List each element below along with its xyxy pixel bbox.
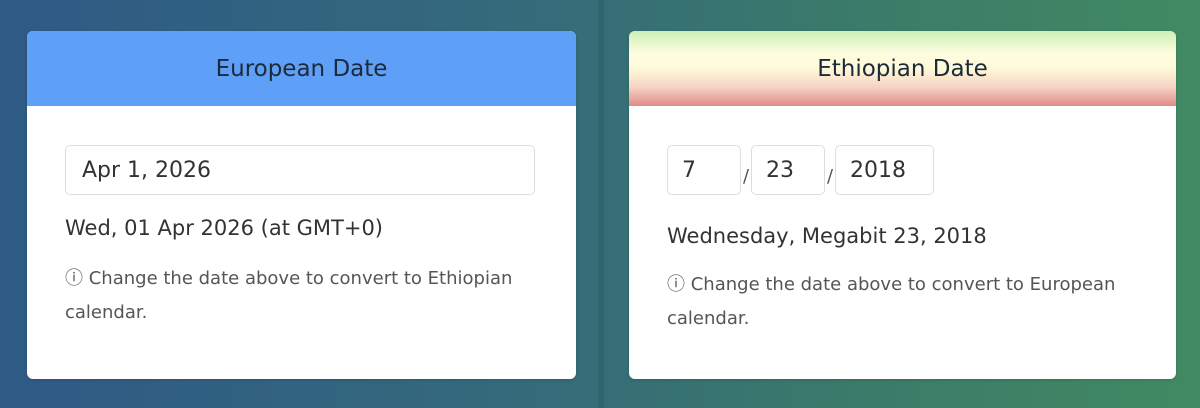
ethiopian-date-card: Ethiopian Date / / Wednesday, Megabit 23… (629, 31, 1176, 379)
info-icon: ⓘ (667, 274, 685, 295)
panel-divider (598, 0, 604, 408)
ethiopian-date-fields: / / (667, 145, 934, 195)
european-date-card: European Date Wed, 01 Apr 2026 (at GMT+0… (27, 31, 576, 379)
european-hint: ⓘ Change the date above to convert to Et… (65, 262, 525, 330)
info-icon: ⓘ (65, 268, 83, 289)
european-date-input[interactable] (65, 145, 535, 195)
ethiopian-date-header: Ethiopian Date (629, 31, 1176, 106)
european-formatted-date: Wed, 01 Apr 2026 (at GMT+0) (65, 216, 383, 240)
ethiopian-year-input[interactable] (835, 145, 934, 195)
ethiopian-day-input[interactable] (751, 145, 825, 195)
european-date-header: European Date (27, 31, 576, 106)
date-separator: / (826, 166, 834, 187)
ethiopian-hint-text: Change the date above to convert to Euro… (667, 274, 1116, 329)
date-separator: / (742, 166, 750, 187)
ethiopian-hint: ⓘ Change the date above to convert to Eu… (667, 268, 1127, 336)
ethiopian-formatted-date: Wednesday, Megabit 23, 2018 (667, 224, 987, 248)
ethiopian-month-input[interactable] (667, 145, 741, 195)
european-hint-text: Change the date above to convert to Ethi… (65, 268, 513, 323)
